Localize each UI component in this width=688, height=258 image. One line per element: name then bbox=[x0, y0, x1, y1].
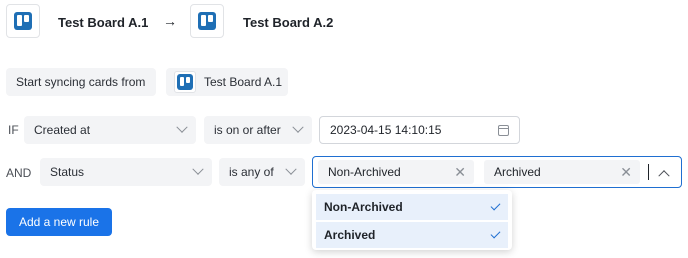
target-board-icon-box bbox=[190, 4, 224, 38]
date-time-input[interactable]: 2023-04-15 14:10:15 bbox=[319, 116, 520, 144]
rule-field-select[interactable]: Created at bbox=[24, 116, 196, 144]
trello-icon bbox=[14, 12, 32, 30]
rule-keyword-and: AND bbox=[6, 166, 32, 180]
rule-operator-select[interactable]: is any of bbox=[219, 158, 305, 186]
status-dropdown: Non-Archived Archived bbox=[312, 190, 512, 250]
sync-label: Start syncing cards from bbox=[6, 68, 156, 96]
source-board-icon-box bbox=[6, 4, 40, 38]
selected-tag: Archived ✕ bbox=[484, 160, 640, 184]
trello-icon bbox=[198, 12, 216, 30]
arrow-right-icon: → bbox=[163, 13, 177, 29]
rule-keyword-if: IF bbox=[8, 123, 19, 137]
sync-source-board-label: Test Board A.1 bbox=[204, 75, 283, 89]
text-cursor bbox=[648, 164, 649, 180]
source-board-title: Test Board A.1 bbox=[58, 15, 149, 30]
board-icon-box bbox=[174, 71, 196, 93]
close-icon[interactable]: ✕ bbox=[454, 165, 466, 179]
selected-tag: Non-Archived ✕ bbox=[318, 160, 474, 184]
chevron-down-icon bbox=[285, 163, 297, 175]
dropdown-option[interactable]: Non-Archived bbox=[316, 194, 508, 220]
chevron-up-icon[interactable] bbox=[658, 169, 670, 182]
check-icon bbox=[490, 228, 501, 239]
rule-field-select[interactable]: Status bbox=[40, 158, 212, 186]
target-board-title: Test Board A.2 bbox=[243, 15, 334, 30]
rule-operator-select[interactable]: is on or after bbox=[204, 116, 312, 144]
dropdown-option[interactable]: Archived bbox=[316, 222, 508, 248]
chevron-down-icon bbox=[176, 121, 188, 133]
close-icon[interactable]: ✕ bbox=[620, 165, 632, 179]
trello-icon bbox=[177, 74, 193, 90]
check-icon bbox=[490, 200, 501, 211]
add-rule-button[interactable]: Add a new rule bbox=[6, 208, 112, 236]
chevron-down-icon bbox=[292, 121, 304, 133]
sync-source-board-select[interactable]: Test Board A.1 bbox=[166, 68, 288, 96]
chevron-down-icon bbox=[192, 163, 204, 175]
calendar-icon[interactable] bbox=[498, 124, 509, 136]
